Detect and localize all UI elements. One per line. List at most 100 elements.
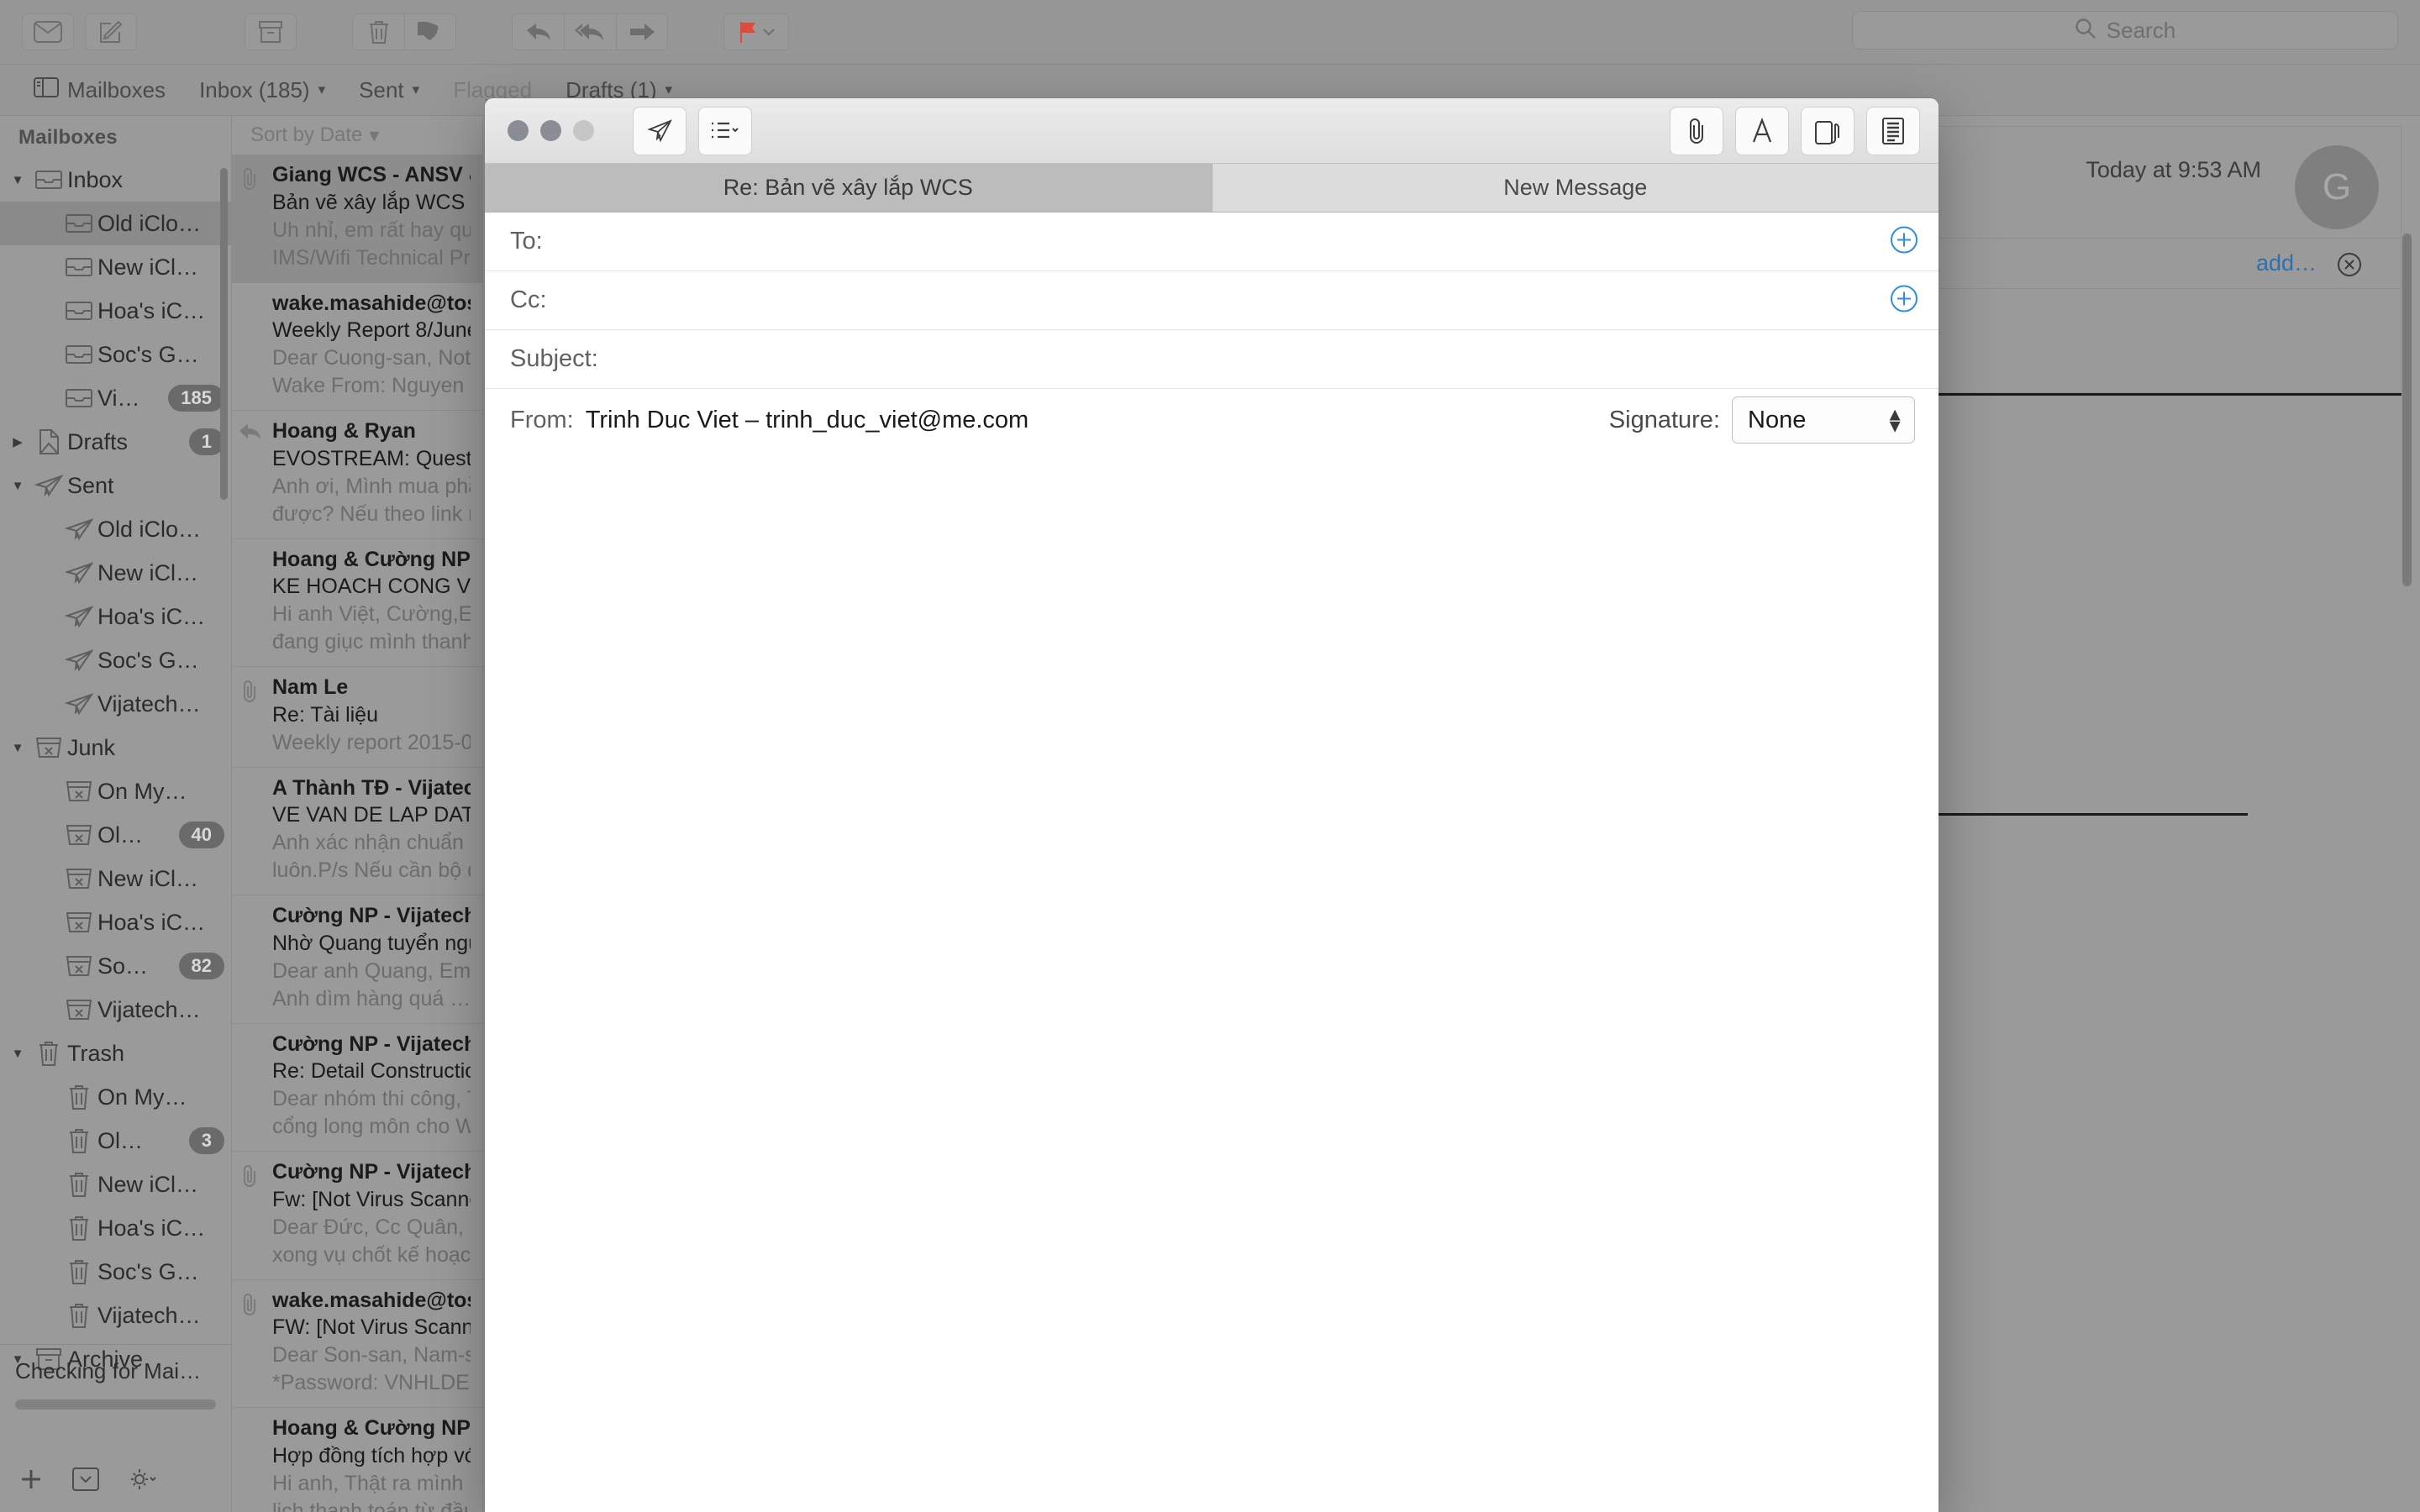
add-contact-link[interactable]: add… — [2256, 250, 2317, 276]
sort-label: Sort by Date — [250, 123, 362, 147]
gear-icon[interactable] — [128, 1467, 156, 1496]
sidebar-item-so[interactable]: So…82 — [0, 944, 231, 988]
sidebar-toggle-button[interactable]: Mailboxes — [17, 65, 182, 115]
reading-scrollbar[interactable] — [2402, 234, 2412, 586]
reply-all-icon[interactable] — [564, 13, 616, 50]
message-preview-line: Wake From: Nguyen P — [272, 372, 471, 400]
sidebar-item-old-iclo[interactable]: Old iClo… — [0, 507, 231, 551]
inbox-icon — [60, 301, 97, 321]
message-list-item[interactable]: Nam LeRe: Tài liệuWeekly report 2015-0 — [232, 667, 482, 768]
add-recipient-cc-icon[interactable] — [1890, 284, 1918, 317]
favorites-item-inbox[interactable]: Inbox (185) ▾ — [182, 65, 342, 115]
format-text-icon[interactable] — [1735, 107, 1789, 155]
from-label: From: — [510, 407, 574, 434]
sidebar-item-hoa-s-ic[interactable]: Hoa's iC… — [0, 595, 231, 638]
message-list-item[interactable]: Hoang & RyanEVOSTREAM: QuestioAnh ơi, Mì… — [232, 411, 482, 539]
junk-icon — [60, 911, 97, 933]
message-preview-line: Uh nhỉ, em rất hay qu — [272, 217, 471, 244]
message-summary: Cường NP - VijatechFw: [Not Virus Scanne… — [244, 1158, 471, 1269]
message-list-item[interactable]: Hoang & Cường NP -Hợp đồng tích hợp vớHi… — [232, 1408, 482, 1512]
message-list-item[interactable]: Hoang & Cường NP -KE HOACH CONG VIEHi an… — [232, 539, 482, 668]
sidebar-item-vijatech[interactable]: Vijatech… — [0, 1294, 231, 1337]
message-list: Sort by Date ▾ Giang WCS - ANSV &Bản vẽ … — [231, 116, 483, 1512]
junk-icon[interactable] — [404, 13, 456, 50]
sidebar-item-inbox[interactable]: ▼Inbox — [0, 158, 231, 202]
action-mailbox-icon[interactable] — [72, 1467, 99, 1495]
sidebar-item-hoa-s-ic[interactable]: Hoa's iC… — [0, 1206, 231, 1250]
sidebar-item-hoa-s-ic[interactable]: Hoa's iC… — [0, 289, 231, 333]
disclosure-down-icon[interactable]: ▼ — [5, 479, 30, 493]
message-summary: Hoang & Cường NP -KE HOACH CONG VIEHi an… — [244, 546, 471, 657]
favorites-item-sent[interactable]: Sent ▾ — [342, 65, 436, 115]
unread-count-badge: 3 — [189, 1127, 224, 1154]
sidebar-item-junk[interactable]: ▼Junk — [0, 726, 231, 769]
junk-icon — [60, 955, 97, 977]
sidebar-item-new-icl[interactable]: New iCl… — [0, 245, 231, 289]
send-icon[interactable] — [633, 107, 687, 155]
trash-icon — [60, 1084, 97, 1110]
tab-new-message[interactable]: New Message — [1212, 164, 1939, 212]
close-icon[interactable] — [2337, 252, 2362, 281]
sidebar-item-new-icl[interactable]: New iCl… — [0, 551, 231, 595]
message-list-item[interactable]: wake.masahide@tosWeekly Report 8/JuneDea… — [232, 283, 482, 412]
sidebar-item-soc-s-g[interactable]: Soc's G… — [0, 1250, 231, 1294]
add-mailbox-icon[interactable] — [18, 1467, 44, 1496]
forward-icon[interactable] — [616, 13, 668, 50]
sidebar-item-on-my[interactable]: On My… — [0, 1075, 231, 1119]
sidebar-item-vijatech[interactable]: Vijatech… — [0, 682, 231, 726]
attachment-icon[interactable] — [1670, 107, 1723, 155]
sidebar-item-on-my[interactable]: On My… — [0, 769, 231, 813]
search-input[interactable]: Search — [1852, 11, 2398, 50]
sidebar-item-trash[interactable]: ▼Trash — [0, 1032, 231, 1075]
reply-icon[interactable] — [512, 13, 564, 50]
subject-input[interactable] — [598, 345, 1920, 373]
add-recipient-to-icon[interactable] — [1890, 225, 1918, 258]
header-fields-icon[interactable] — [698, 107, 752, 155]
disclosure-down-icon[interactable]: ▼ — [5, 741, 30, 755]
archive-icon[interactable] — [245, 13, 297, 50]
message-list-item[interactable]: Cường NP - VijatechRe: Detail Constructi… — [232, 1024, 482, 1152]
message-list-item[interactable]: A Thành TĐ - VijatecVE VAN DE LAP DAT CA… — [232, 768, 482, 896]
sidebar-item-soc-s-g[interactable]: Soc's G… — [0, 333, 231, 376]
signature-select[interactable]: None ▲▼ — [1732, 396, 1915, 444]
minimize-window-button[interactable] — [540, 120, 561, 141]
delete-icon[interactable] — [352, 13, 404, 50]
from-value[interactable]: Trinh Duc Viet – trinh_duc_viet@me.com — [586, 407, 1029, 434]
get-mail-icon[interactable] — [22, 13, 74, 50]
sidebar-item-old-iclo[interactable]: Old iClo… — [0, 202, 231, 245]
sidebar-item-new-icl[interactable]: New iCl… — [0, 1163, 231, 1206]
message-list-item[interactable]: Cường NP - VijatechFw: [Not Virus Scanne… — [232, 1152, 482, 1280]
disclosure-down-icon[interactable]: ▼ — [5, 1047, 30, 1061]
sent-icon — [60, 606, 97, 627]
sidebar-item-new-icl[interactable]: New iCl… — [0, 857, 231, 900]
message-list-item[interactable]: wake.masahide@tosFW: [Not Virus ScanneDe… — [232, 1280, 482, 1409]
junk-icon — [60, 868, 97, 890]
sidebar-item-ol[interactable]: Ol…40 — [0, 813, 231, 857]
sidebar-item-hoa-s-ic[interactable]: Hoa's iC… — [0, 900, 231, 944]
message-list-item[interactable]: Giang WCS - ANSV &Bản vẽ xây lắp WCSUh n… — [232, 155, 482, 283]
sidebar-item-ol[interactable]: Ol…3 — [0, 1119, 231, 1163]
message-list-item[interactable]: Cường NP - VijatechNhờ Quang tuyển nguDe… — [232, 895, 482, 1024]
sort-selector[interactable]: Sort by Date ▾ — [232, 116, 482, 155]
disclosure-down-icon[interactable]: ▼ — [5, 173, 30, 187]
flag-icon[interactable] — [723, 13, 789, 50]
cc-input[interactable] — [547, 286, 1921, 314]
compose-icon[interactable] — [85, 13, 137, 50]
sidebar-item-sent[interactable]: ▼Sent — [0, 464, 231, 507]
to-input[interactable] — [543, 228, 1920, 255]
photo-browser-icon[interactable] — [1801, 107, 1854, 155]
sidebar-item-vi[interactable]: Vi…185 — [0, 376, 231, 420]
sidebar-item-label: New iCl… — [97, 255, 224, 281]
zoom-window-button[interactable] — [573, 120, 594, 141]
sidebar-scrollbar[interactable] — [220, 168, 228, 500]
close-window-button[interactable] — [508, 120, 529, 141]
sidebar-item-vijatech[interactable]: Vijatech… — [0, 988, 231, 1032]
compose-body[interactable] — [485, 451, 1939, 1512]
sidebar-item-drafts[interactable]: ▶Drafts1 — [0, 420, 231, 464]
tab-reply-draft[interactable]: Re: Bản vẽ xây lắp WCS — [485, 164, 1212, 212]
stationery-icon[interactable] — [1866, 107, 1920, 155]
disclosure-right-icon[interactable]: ▶ — [5, 434, 30, 449]
sidebar-item-soc-s-g[interactable]: Soc's G… — [0, 638, 231, 682]
junk-icon — [60, 999, 97, 1021]
message-summary: Hoang & RyanEVOSTREAM: QuestioAnh ơi, Mì… — [244, 417, 471, 528]
